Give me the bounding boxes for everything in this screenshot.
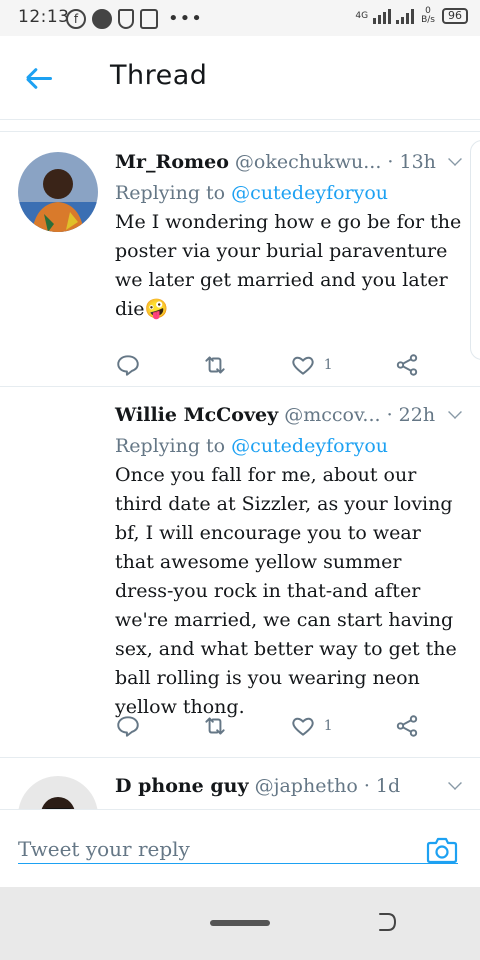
author-name[interactable]: Mr_Romeo (115, 151, 229, 173)
status-time: 12:13 (18, 7, 70, 27)
facebook-icon: f (66, 8, 86, 29)
signal2-icon (396, 8, 415, 24)
mention-link[interactable]: @cutedeyforyou (231, 435, 388, 457)
heart-icon (292, 717, 314, 736)
tweet-meta: Mr_Romeo @okechukwu... · 13h (115, 148, 462, 176)
network-speed: 0 B/s (421, 7, 435, 25)
back-gesture-icon[interactable] (376, 911, 398, 933)
home-gesture-pill[interactable] (210, 920, 270, 926)
tweet-text: Once you fall for me, about our third da… (115, 464, 457, 718)
like-button[interactable]: 1 (290, 713, 333, 739)
tweet-time: · 22h (386, 404, 436, 426)
battery-indicator: 96 (442, 8, 468, 24)
reply-icon (117, 355, 139, 376)
system-status: 4G 0 B/s 96 (355, 7, 468, 25)
reply-button[interactable] (115, 352, 141, 378)
system-nav-bar (0, 887, 480, 960)
tweet-meta: D phone guy @japhetho · 1d (115, 772, 462, 800)
reply-input[interactable] (18, 834, 458, 864)
notification-icons: f ••• (66, 8, 203, 29)
tweet-meta: Willie McCovey @mccov... · 22h (115, 401, 462, 429)
replying-label: Replying to (115, 435, 226, 457)
replying-to: Replying to @cutedeyforyou (115, 178, 462, 208)
author-handle: @okechukwu... (234, 151, 382, 173)
speed-unit: B/s (421, 15, 435, 25)
retweet-icon (205, 717, 226, 735)
tweet-actions: 1 (115, 713, 420, 739)
tweet-item[interactable]: Mr_Romeo @okechukwu... · 13h Replying to… (0, 132, 480, 387)
tweet-text: Me I wondering how e go be for the poste… (115, 211, 462, 320)
replying-to: Replying to @cutedeyforyou (115, 431, 462, 461)
more-notifications-icon: ••• (168, 8, 203, 29)
share-icon (396, 715, 418, 737)
avatar[interactable] (18, 776, 98, 809)
shield-icon (118, 8, 134, 29)
page-title: Thread (110, 60, 208, 91)
replying-label: Replying to (115, 182, 226, 204)
mention-link[interactable]: @cutedeyforyou (231, 182, 388, 204)
reply-icon (117, 716, 139, 737)
author-handle: @japhetho (254, 775, 358, 797)
record-icon (92, 8, 112, 29)
reply-composer (0, 809, 480, 887)
like-count: 1 (323, 718, 333, 734)
app-header: Thread (0, 36, 480, 120)
share-icon (396, 354, 418, 376)
side-panel-handle[interactable] (470, 140, 480, 360)
status-bar: 12:13 f ••• 4G 0 B/s 96 (0, 0, 480, 36)
tweet-item[interactable]: Willie McCovey @mccov... · 22h Replying … (0, 387, 480, 758)
author-name[interactable]: D phone guy (115, 775, 249, 797)
calendar-icon (140, 8, 158, 29)
tweet-item[interactable]: D phone guy @japhetho · 1d (0, 758, 480, 809)
retweet-button[interactable] (202, 713, 228, 739)
like-button[interactable]: 1 (290, 352, 333, 378)
thread-feed[interactable]: Mr_Romeo @okechukwu... · 13h Replying to… (0, 121, 480, 809)
author-name[interactable]: Willie McCovey (115, 404, 278, 426)
tweet-actions: 1 (115, 352, 420, 378)
tweet-time: · 13h (387, 151, 436, 173)
share-button[interactable] (394, 713, 420, 739)
heart-icon (292, 356, 314, 375)
author-handle: @mccov... (284, 404, 381, 426)
retweet-icon (205, 356, 226, 374)
tweet-time: · 1d (363, 775, 401, 797)
camera-icon[interactable] (426, 836, 458, 864)
share-button[interactable] (394, 352, 420, 378)
arrow-left-icon[interactable] (25, 66, 56, 92)
signal-icon (373, 8, 392, 24)
retweet-button[interactable] (202, 352, 228, 378)
like-count: 1 (323, 357, 333, 373)
avatar[interactable] (18, 152, 98, 232)
reply-button[interactable] (115, 713, 141, 739)
network-type: 4G (355, 10, 369, 21)
